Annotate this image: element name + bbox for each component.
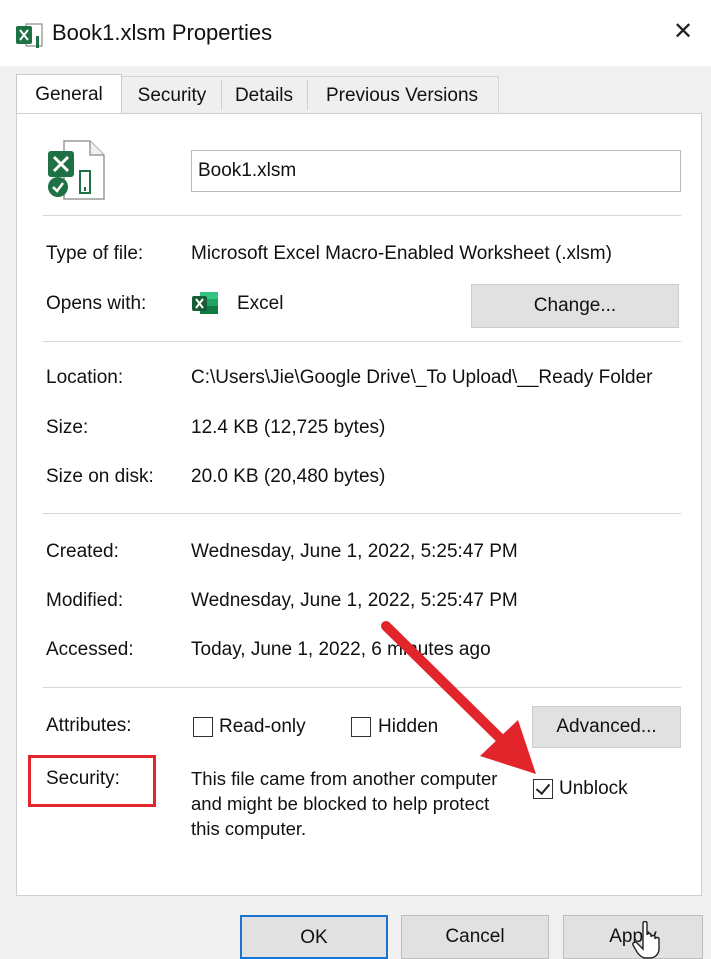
hidden-checkbox[interactable] [351, 717, 371, 737]
excel-file-icon [16, 23, 43, 48]
divider [43, 341, 681, 342]
unblock-checkbox[interactable] [533, 779, 553, 799]
divider [43, 687, 681, 688]
close-button[interactable]: ✕ [663, 12, 703, 52]
cancel-button[interactable]: Cancel [401, 915, 549, 959]
tab-security[interactable]: Security [123, 76, 221, 112]
excel-app-icon [192, 292, 218, 314]
readonly-label: Read-only [219, 716, 306, 737]
excel-macro-file-icon [48, 140, 105, 200]
divider [43, 513, 681, 514]
created-value: Wednesday, June 1, 2022, 5:25:47 PM [191, 541, 518, 562]
properties-dialog: Book1.xlsm Properties ✕ General Security… [0, 0, 711, 959]
size-on-disk-value: 20.0 KB (20,480 bytes) [191, 466, 386, 487]
tab-details[interactable]: Details [222, 76, 306, 112]
size-on-disk-label: Size on disk: [46, 466, 154, 487]
type-of-file-label: Type of file: [46, 243, 144, 264]
apply-button[interactable]: Apply [563, 915, 703, 959]
ok-button[interactable]: OK [240, 915, 388, 959]
size-label: Size: [46, 417, 89, 438]
hidden-label: Hidden [378, 716, 439, 737]
opens-with-label: Opens with: [46, 293, 147, 314]
title-bar: Book1.xlsm Properties ✕ [0, 0, 711, 66]
opens-with-value: Excel [237, 293, 284, 314]
window-title: Book1.xlsm Properties [52, 20, 273, 45]
security-warning-text: This file came from another computer and… [191, 768, 498, 839]
filename-field[interactable] [191, 150, 681, 192]
advanced-button[interactable]: Advanced... [532, 706, 681, 748]
accessed-label: Accessed: [46, 639, 134, 660]
tab-general[interactable]: General [16, 74, 122, 113]
readonly-checkbox[interactable] [193, 717, 213, 737]
modified-value: Wednesday, June 1, 2022, 5:25:47 PM [191, 590, 518, 611]
size-value: 12.4 KB (12,725 bytes) [191, 417, 386, 438]
change-button[interactable]: Change... [471, 284, 679, 328]
security-highlight-box [28, 755, 156, 807]
divider [43, 215, 681, 216]
type-of-file-value: Microsoft Excel Macro-Enabled Worksheet … [191, 243, 612, 264]
accessed-value: Today, June 1, 2022, 6 minutes ago [191, 639, 491, 660]
attributes-label: Attributes: [46, 715, 132, 736]
unblock-label: Unblock [559, 778, 628, 799]
tab-previous-versions[interactable]: Previous Versions [308, 76, 496, 112]
modified-label: Modified: [46, 590, 124, 611]
location-label: Location: [46, 367, 124, 388]
created-label: Created: [46, 541, 119, 562]
location-value: C:\Users\Jie\Google Drive\_To Upload\__R… [191, 367, 653, 388]
